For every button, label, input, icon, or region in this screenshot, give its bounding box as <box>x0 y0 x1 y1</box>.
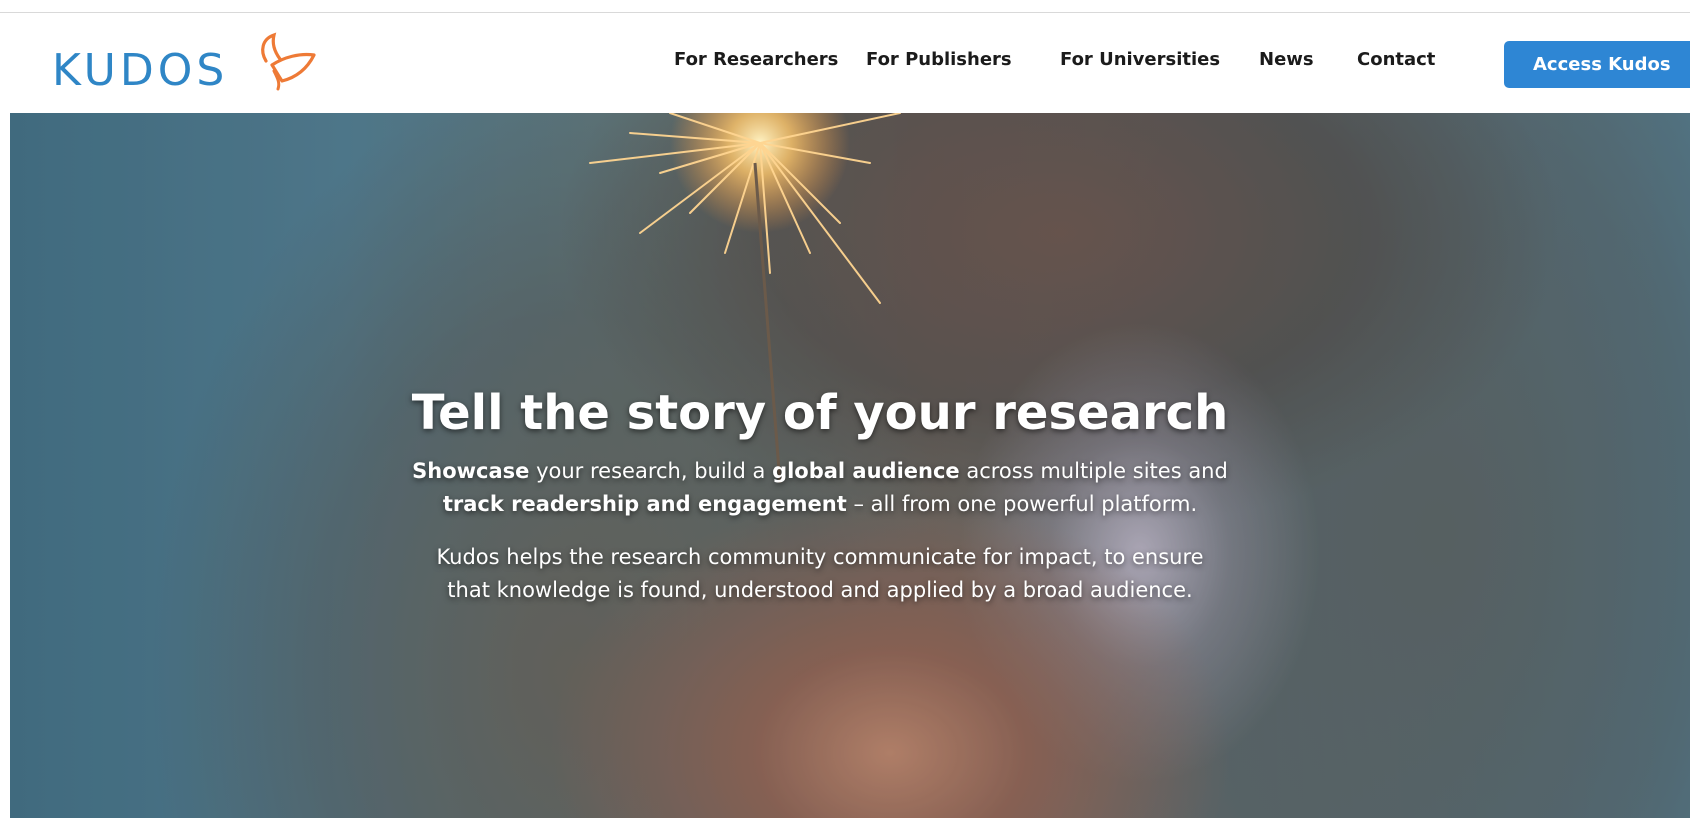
access-kudos-button[interactable]: Access Kudos <box>1504 41 1690 88</box>
hero-sub-text-2: across multiple sites and <box>959 459 1228 483</box>
main-nav: For Researchers For Publishers For Unive… <box>10 49 1690 79</box>
hero-banner: Tell the story of your research Showcase… <box>10 113 1690 818</box>
hero-desc-line-2: that knowledge is found, understood and … <box>447 578 1193 602</box>
hero-title: Tell the story of your research <box>411 385 1229 441</box>
hero-sub-text-1: your research, build a <box>529 459 773 483</box>
hero-sub-showcase: Showcase <box>412 459 530 483</box>
nav-for-researchers[interactable]: For Researchers <box>674 49 838 70</box>
hero-content: Tell the story of your research Showcase… <box>10 383 1690 607</box>
hero-description: Kudos helps the research community commu… <box>10 541 1690 607</box>
nav-contact[interactable]: Contact <box>1357 49 1435 70</box>
hero-subtitle: Showcase your research, build a global a… <box>10 455 1690 521</box>
nav-for-publishers[interactable]: For Publishers <box>866 49 1012 70</box>
nav-for-universities[interactable]: For Universities <box>1060 49 1220 70</box>
hero-sub-track-readership: track readership and engagement <box>442 492 847 516</box>
nav-news[interactable]: News <box>1259 49 1314 70</box>
hero-desc-line-1: Kudos helps the research community commu… <box>436 545 1204 569</box>
hero-sub-text-3: – all from one powerful platform. <box>846 492 1198 516</box>
hero-sub-global-audience: global audience <box>772 459 960 483</box>
site-header: KUDOS For Researchers For Publishers For… <box>10 13 1690 113</box>
